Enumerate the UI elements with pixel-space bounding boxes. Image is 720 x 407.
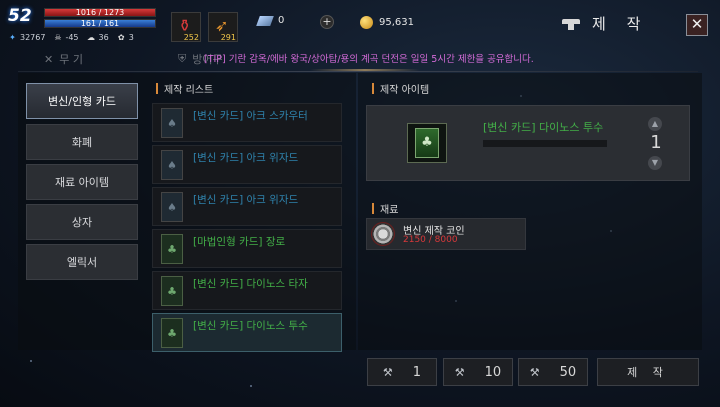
material-row: 변신 제작 코인 2150 / 8000 xyxy=(366,218,526,250)
craft-item-header: 제작 아이템 xyxy=(372,81,429,96)
mp-text: 161 / 161 xyxy=(80,19,120,28)
gem-icon xyxy=(256,15,274,26)
side-tab-transform-card[interactable]: 변신/인형 카드 xyxy=(26,83,138,119)
recipe-item-selected[interactable]: ♣ [변신 카드] 다이노스 투수 xyxy=(152,313,342,352)
stat-value: 3 xyxy=(128,33,134,42)
quantity-up-button[interactable]: ▲ xyxy=(648,117,662,131)
side-tab-box[interactable]: 상자 xyxy=(26,204,138,240)
gem-value: 0 xyxy=(278,15,285,26)
craft-item-card: ♣ xyxy=(407,123,447,163)
card-icon: ♣ xyxy=(415,128,439,158)
category-panel: 변신/인형 카드 화폐 재료 아이템 상자 엘릭서 제작 리스트 ♠ [변신 카… xyxy=(18,73,356,352)
exp-icon: ✦ xyxy=(9,33,16,42)
gem-currency: 0 xyxy=(256,15,285,26)
stat-value: -45 xyxy=(65,33,79,42)
material-count: 2150 / 8000 xyxy=(403,235,458,245)
quantity-50-button[interactable]: ⚒ 50 xyxy=(518,358,588,386)
tab-divider xyxy=(18,71,698,72)
buff-icon: ✿ xyxy=(117,33,125,42)
tip-text: [TIP] 기란 감옥/에바 왕국/상아탑/용의 계곡 던전은 일일 5시간 제… xyxy=(204,54,534,65)
section-title: 재료 xyxy=(380,205,399,216)
gold-coin-icon xyxy=(360,15,373,29)
close-button[interactable]: ✕ xyxy=(686,14,708,36)
hammer-icon: ⚒ xyxy=(454,365,465,379)
card-icon: ♠ xyxy=(161,108,183,138)
hp-text: 1016 / 1273 xyxy=(75,8,125,17)
weight-icon: ☁ xyxy=(87,33,96,42)
materials-header: 재료 xyxy=(372,201,398,216)
recipe-list-header: 제작 리스트 xyxy=(156,81,213,96)
potion-count: 291 xyxy=(220,33,236,42)
button-label: 10 xyxy=(484,364,502,380)
hp-bar: 1016 / 1273 xyxy=(44,8,156,17)
card-icon: ♠ xyxy=(161,192,183,222)
potion-count: 252 xyxy=(183,33,199,42)
craft-quantity: 1 xyxy=(650,132,662,153)
shield-icon: ⛨ xyxy=(178,52,187,65)
craft-item-bar xyxy=(483,140,607,147)
stat-weight: ☁ 36 xyxy=(87,33,109,42)
card-icon: ♠ xyxy=(161,150,183,180)
stat-row: ✦ 32767 ☠ -45 ☁ 36 ✿ 3 xyxy=(8,33,134,42)
stat-value: 36 xyxy=(98,33,109,42)
side-tab-materials[interactable]: 재료 아이템 xyxy=(26,164,138,200)
coin-icon xyxy=(371,222,395,246)
card-icon: ♣ xyxy=(161,234,183,264)
sword-icon: ✕ xyxy=(44,52,54,66)
tab-label: 무 기 xyxy=(59,53,83,66)
stat-exp: ✦ 32767 xyxy=(8,33,45,42)
recipe-list: ♠ [변신 카드] 아크 스카우터 ♠ [변신 카드] 아크 위자드 ♠ [변신… xyxy=(152,103,342,355)
recipe-item[interactable]: ♠ [변신 카드] 아크 스카우터 xyxy=(152,103,342,142)
stat-karma: ☠ -45 xyxy=(53,33,78,42)
card-icon: ♣ xyxy=(161,318,183,348)
craft-item-name: [변신 카드] 다이노스 투수 xyxy=(483,121,604,134)
level-badge: 52 xyxy=(8,6,32,26)
section-marker xyxy=(372,203,374,214)
side-tab-currency[interactable]: 화폐 xyxy=(26,124,138,160)
recipe-label: [변신 카드] 아크 위자드 xyxy=(193,194,299,206)
section-marker xyxy=(372,83,374,94)
quantity-1-button[interactable]: ⚒ 1 xyxy=(367,358,437,386)
recipe-label: [변신 카드] 아크 위자드 xyxy=(193,152,299,164)
haste-potion-slot[interactable]: ➶ 291 xyxy=(208,12,238,42)
skull-icon: ☠ xyxy=(54,33,62,42)
page-title: 제 작 xyxy=(592,15,649,33)
title-area: 제 작 xyxy=(562,13,648,34)
stat-value: 32767 xyxy=(20,33,46,42)
add-currency-button[interactable]: + xyxy=(320,15,334,29)
gold-currency: + 95,631 xyxy=(320,15,414,29)
recipe-label: [마법인형 카드] 장로 xyxy=(193,236,286,248)
recipe-item[interactable]: ♠ [변신 카드] 아크 위자드 xyxy=(152,145,342,184)
tab-highlight xyxy=(310,69,420,71)
gold-value: 95,631 xyxy=(379,16,414,28)
recipe-label: [변신 카드] 다이노스 투수 xyxy=(193,320,308,332)
recipe-label: [변신 카드] 다이노스 타자 xyxy=(193,278,308,290)
stat-buff: ✿ 3 xyxy=(117,33,134,42)
hammer-icon: ⚒ xyxy=(382,365,393,379)
recipe-item[interactable]: ♠ [변신 카드] 아크 위자드 xyxy=(152,187,342,226)
section-marker xyxy=(156,83,158,94)
top-hud: 52 1016 / 1273 161 / 161 ✦ 32767 ☠ -45 ☁ 36… xyxy=(0,0,720,50)
craft-detail-panel: 제작 아이템 ♣ [변신 카드] 다이노스 투수 ▲ 1 ▼ 재료 변신 제작 … xyxy=(358,73,702,350)
side-tab-elixir[interactable]: 엘릭서 xyxy=(26,244,138,280)
anvil-icon xyxy=(562,18,580,30)
section-title: 제작 리스트 xyxy=(164,85,214,96)
section-title: 제작 아이템 xyxy=(380,85,430,96)
quantity-down-button[interactable]: ▼ xyxy=(648,156,662,170)
craft-button[interactable]: 제 작 xyxy=(597,358,699,386)
mp-bar: 161 / 161 xyxy=(44,19,156,28)
recipe-item[interactable]: ♣ [변신 카드] 다이노스 타자 xyxy=(152,271,342,310)
quantity-10-button[interactable]: ⚒ 10 xyxy=(443,358,513,386)
hammer-icon: ⚒ xyxy=(529,365,540,379)
craft-item-box: ♣ [변신 카드] 다이노스 투수 ▲ 1 ▼ xyxy=(366,105,690,181)
recipe-item[interactable]: ♣ [마법인형 카드] 장로 xyxy=(152,229,342,268)
tab-weapon[interactable]: ✕ 무 기 xyxy=(30,49,164,69)
recipe-label: [변신 카드] 아크 스카우터 xyxy=(193,110,308,122)
button-label: 1 xyxy=(412,364,422,380)
button-label: 50 xyxy=(559,364,577,380)
red-potion-slot[interactable]: ⚱ 252 xyxy=(171,12,201,42)
card-icon: ♣ xyxy=(161,276,183,306)
